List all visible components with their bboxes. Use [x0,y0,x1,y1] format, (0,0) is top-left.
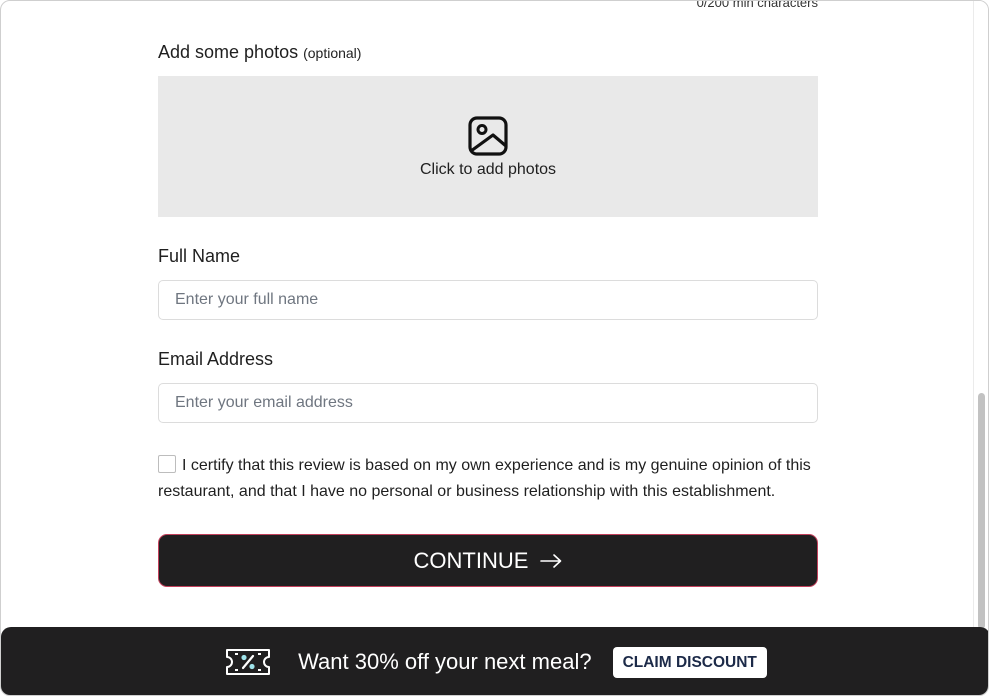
image-icon [468,116,508,156]
promo-text: Want 30% off your next meal? [298,649,592,674]
full-name-input[interactable] [158,280,818,320]
claim-discount-button[interactable]: CLAIM DISCOUNT [612,646,767,678]
dropzone-label: Click to add photos [419,161,557,178]
continue-label: CONTINUE [413,547,529,573]
full-name-label: Full Name [158,246,241,266]
browser-window: 0/200 min characters Add some photos (opt… [0,0,989,696]
arrow-right-icon [540,553,562,568]
email-input[interactable] [158,383,818,423]
character-counter: 0/200 min characters [696,0,818,10]
discount-ticket-icon [226,649,271,675]
certify-row: I certify that this review is based on m… [158,453,823,504]
photo-upload-dropzone[interactable]: Click to add photos [158,76,818,217]
continue-button[interactable]: CONTINUE [158,534,818,587]
photos-heading-label: Add some photos [158,42,299,62]
scrollbar-thumb[interactable] [978,393,985,629]
photos-heading: Add some photos (optional) [158,42,361,63]
optional-tag: (optional) [303,45,362,61]
email-label: Email Address [158,349,274,369]
certify-text: I certify that this review is based on m… [158,457,811,500]
promo-banner: Want 30% off your next meal? CLAIM DISCO… [1,627,988,695]
scrollbar[interactable] [973,1,988,695]
certify-checkbox[interactable] [158,455,176,473]
